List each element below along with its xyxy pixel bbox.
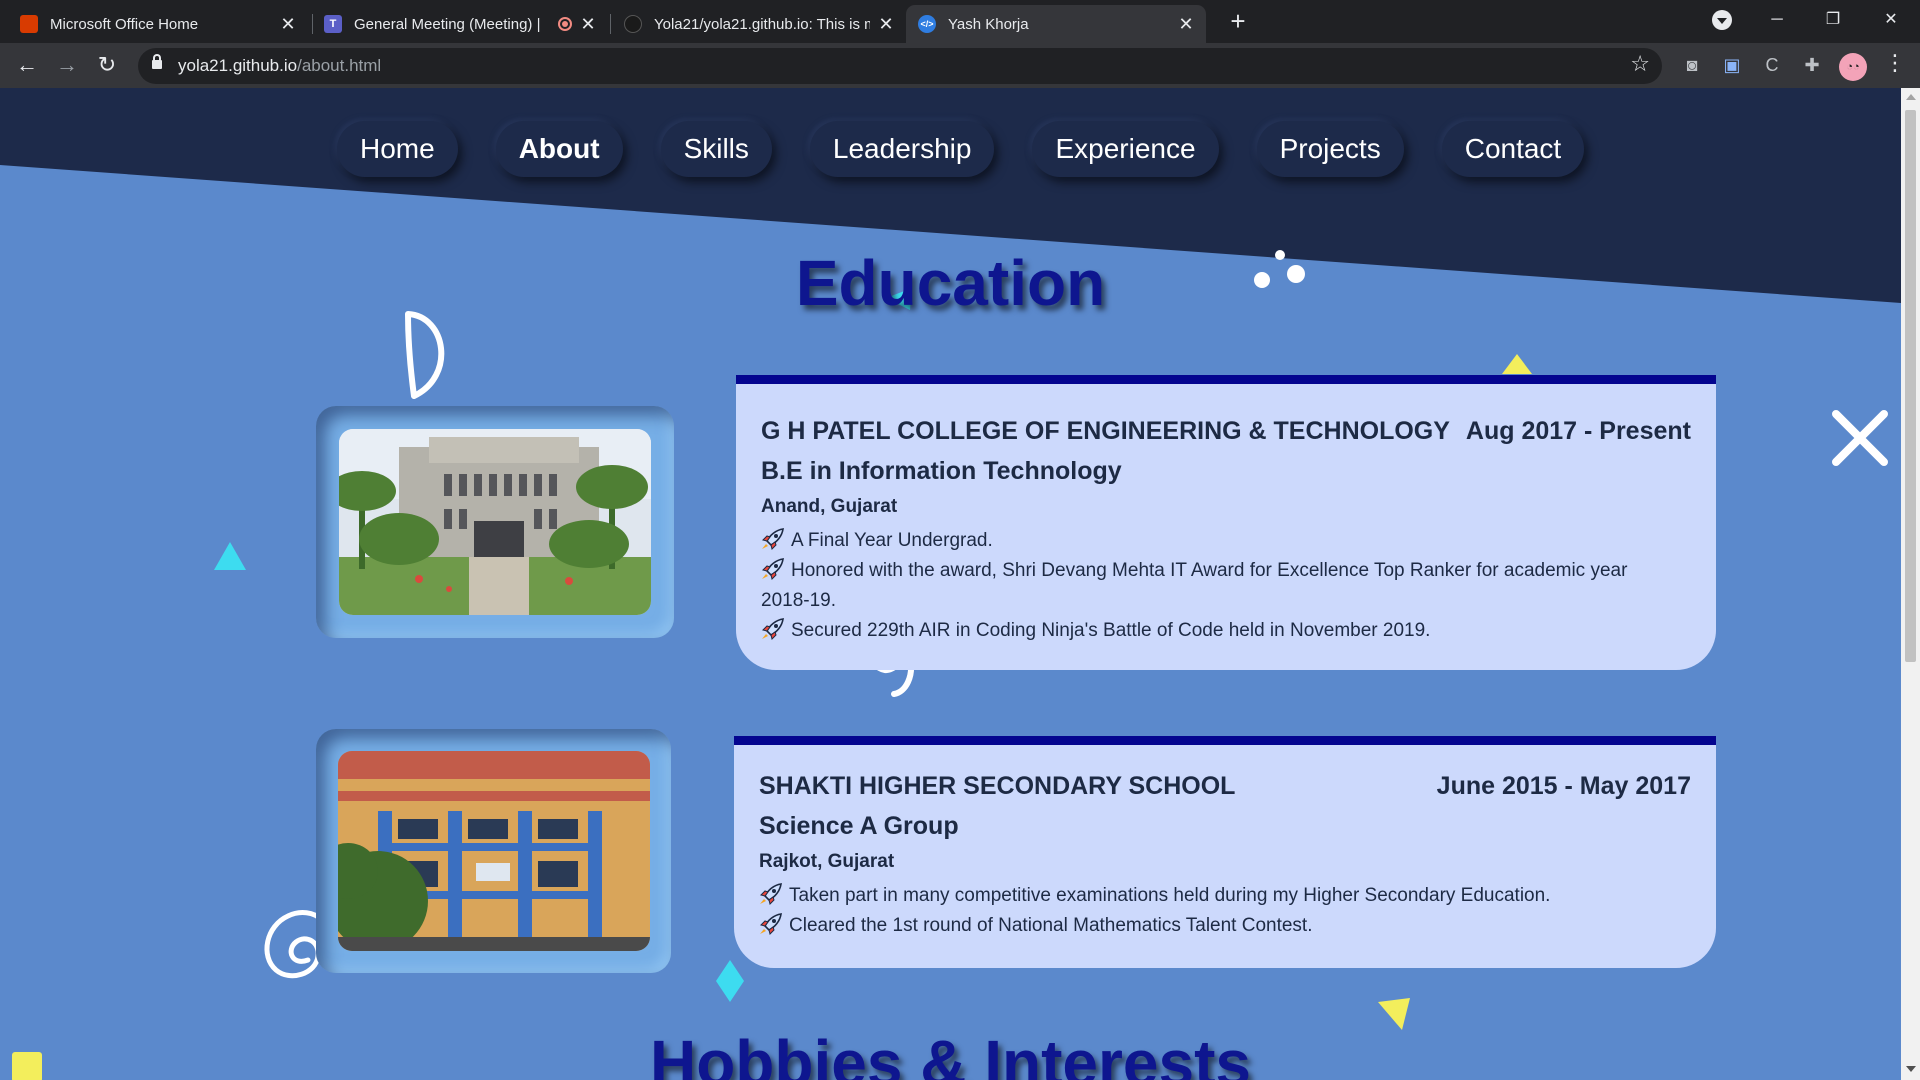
code-icon: </> [918,15,936,33]
education-dates: June 2015 - May 2017 [1436,772,1691,800]
teams-icon: T [324,15,342,33]
cyan-triangle-decoration [214,542,246,570]
tab-search-icon[interactable] [1712,10,1732,30]
nav-home[interactable]: Home [337,121,458,177]
recording-icon [558,17,572,31]
back-icon[interactable]: ← [11,49,43,81]
list-item: Secured 229th AIR in Coding Ninja's Batt… [761,616,1676,646]
reload-icon[interactable]: ↻ [91,49,123,81]
nav-skills[interactable]: Skills [660,121,772,177]
scroll-up-icon[interactable] [1906,94,1916,100]
tab-office[interactable]: Microsoft Office Home ✕ [8,5,308,43]
list-item: Honored with the award, Shri Devang Meht… [761,558,1628,611]
school-photo [338,751,650,951]
page-content: Home About Skills Leadership Experience … [0,88,1901,1080]
degree-name: B.E in Information Technology [761,457,1122,485]
achievement-list: Taken part in many competitive examinati… [759,881,1676,941]
school-photo-frame [316,729,671,973]
college-photo-frame [316,406,674,638]
education-card-school: SHAKTI HIGHER SECONDARY SCHOOL June 2015… [734,736,1716,968]
rocket-icon [762,558,784,580]
close-window-button[interactable]: ✕ [1871,4,1911,36]
nav-about[interactable]: About [495,121,623,177]
institution-name: SHAKTI HIGHER SECONDARY SCHOOL [759,772,1236,800]
extension-icon[interactable]: C [1759,52,1785,78]
minimize-button[interactable]: ─ [1757,4,1797,36]
education-card-college: G H PATEL COLLEGE OF ENGINEERING & TECHN… [736,375,1716,670]
college-photo [339,429,651,615]
site-navigation: Home About Skills Leadership Experience … [337,121,1585,177]
rocket-icon [762,528,784,550]
new-tab-button[interactable]: + [1222,6,1254,38]
achievement-list: A Final Year Undergrad. Honored with the… [761,526,1676,646]
restore-button[interactable]: ❐ [1813,4,1853,36]
tab-title: Yola21/yola21.github.io: This is m [654,15,870,33]
scrollbar-thumb[interactable] [1905,110,1916,662]
tab-title: Microsoft Office Home [50,15,199,33]
office-icon [20,15,38,33]
forward-icon[interactable]: → [51,49,83,81]
address-bar[interactable]: yola21.github.io/about.html ☆ [138,48,1662,84]
section-title-hobbies: Hobbies & Interests [649,1027,1252,1080]
tab-title: General Meeting (Meeting) | [354,15,541,33]
yellow-triangle-decoration [1502,354,1532,374]
profile-avatar[interactable]: ◔◔ [1839,53,1867,81]
list-item: Cleared the 1st round of National Mathem… [759,911,1676,941]
lock-icon [152,54,162,69]
nav-leadership[interactable]: Leadership [809,121,995,177]
section-title-education: Education [795,247,1106,319]
nav-projects[interactable]: Projects [1256,121,1404,177]
rocket-icon [760,883,782,905]
education-dates: Aug 2017 - Present [1465,417,1691,445]
x-decoration [1832,410,1888,466]
close-icon[interactable]: ✕ [878,14,894,35]
degree-name: Science A Group [759,812,959,840]
cyan-diamond-decoration [716,960,744,1002]
screen-record-extension-icon[interactable]: ▣ [1719,52,1745,78]
tab-github[interactable]: Yola21/yola21.github.io: This is m ✕ [612,5,906,43]
list-item: A Final Year Undergrad. [761,526,1676,556]
tab-separator [610,14,611,34]
close-icon[interactable]: ✕ [280,14,296,35]
camera-extension-icon[interactable]: ◙ [1679,52,1705,78]
url-text: yola21.github.io/about.html [178,56,382,75]
tab-yash-khorja[interactable]: </> Yash Khorja ✕ [906,5,1206,43]
list-item: Taken part in many competitive examinati… [759,881,1676,911]
rocket-icon [760,913,782,935]
github-icon [624,15,642,33]
rocket-icon [762,618,784,640]
half-circle-decoration [405,311,445,399]
close-icon[interactable]: ✕ [1178,14,1194,35]
puzzle-icon[interactable]: ✚ [1799,52,1825,78]
nav-experience[interactable]: Experience [1032,121,1219,177]
nav-contact[interactable]: Contact [1441,121,1585,177]
institution-name: G H PATEL COLLEGE OF ENGINEERING & TECHN… [761,417,1450,445]
scroll-down-icon[interactable] [1906,1066,1916,1072]
education-location: Anand, Gujarat [761,496,898,517]
tab-title: Yash Khorja [948,15,1029,33]
browser-toolbar: ← → ↻ yola21.github.io/about.html ☆ ◙ ▣ … [0,43,1920,88]
menu-icon[interactable]: ⋮ [1884,50,1906,76]
bookmark-star-icon[interactable]: ☆ [1630,51,1650,77]
close-icon[interactable]: ✕ [580,14,596,35]
tab-teams-meeting[interactable]: T General Meeting (Meeting) | ✕ [312,5,608,43]
browser-tab-bar: Microsoft Office Home ✕ T General Meetin… [0,0,1920,43]
education-location: Rajkot, Gujarat [759,851,895,872]
page-scrollbar[interactable] [1901,88,1920,1080]
